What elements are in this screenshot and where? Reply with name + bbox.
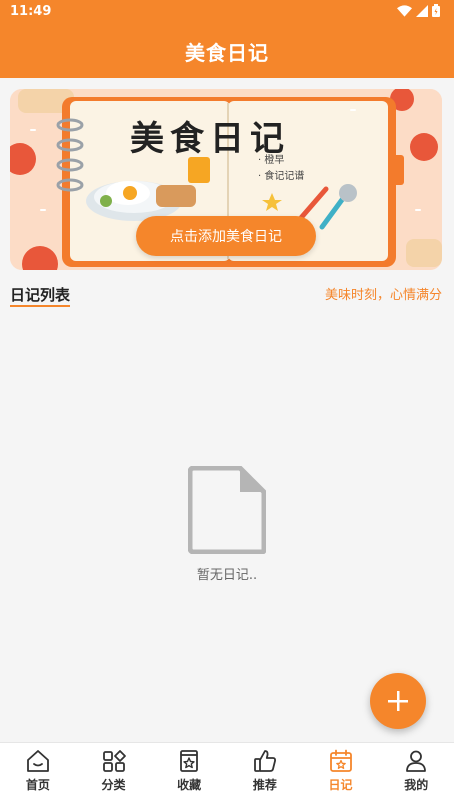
add-diary-button[interactable]: 点击添加美食日记	[136, 216, 316, 256]
nav-item-favorites[interactable]: 收藏	[151, 743, 227, 800]
empty-document-icon	[188, 466, 266, 554]
nav-label-category: 分类	[101, 778, 126, 792]
empty-text: 暂无日记..	[196, 568, 258, 583]
nav-label-recommend: 推荐	[252, 778, 277, 792]
home-icon	[26, 750, 49, 772]
signal-icon	[416, 4, 428, 17]
nav-item-category[interactable]: 分类	[76, 743, 152, 800]
wifi-icon	[397, 4, 412, 17]
nav-item-recommend[interactable]: 推荐	[227, 743, 303, 800]
favorites-icon	[180, 750, 199, 772]
status-time: 11:49	[10, 4, 52, 19]
empty-state: 暂无日记..	[0, 466, 454, 583]
list-header: 日记列表 美味时刻，心情满分	[10, 282, 442, 308]
app-bar: 美食日记	[0, 24, 454, 78]
plus-icon	[388, 691, 408, 711]
bottom-nav: 首页 分类 收藏 推荐 日记 我的	[0, 742, 454, 800]
nav-label-home: 首页	[25, 778, 50, 792]
status-icons	[397, 4, 440, 17]
list-title: 日记列表	[10, 286, 71, 304]
list-slogan: 美味时刻，心情满分	[324, 288, 442, 303]
page-title: 美食日记	[185, 40, 269, 65]
nav-label-favorites: 收藏	[177, 778, 202, 792]
add-fab-button[interactable]	[370, 673, 426, 729]
calendar-icon	[329, 749, 352, 772]
person-icon	[406, 750, 427, 772]
nav-label-diary: 日记	[328, 778, 353, 792]
nav-item-diary[interactable]: 日记	[303, 743, 379, 800]
status-bar: 11:49	[0, 0, 454, 24]
banner-note-line-2: · 食记记谱	[258, 171, 305, 182]
nav-label-profile: 我的	[404, 778, 429, 792]
banner-note-line-1: · 橙早	[258, 155, 285, 166]
nav-item-profile[interactable]: 我的	[378, 743, 454, 800]
thumbs-up-icon	[253, 750, 276, 772]
list-title-underline	[10, 305, 70, 307]
category-icon	[102, 750, 126, 772]
battery-icon	[432, 4, 440, 17]
nav-item-home[interactable]: 首页	[0, 743, 76, 800]
